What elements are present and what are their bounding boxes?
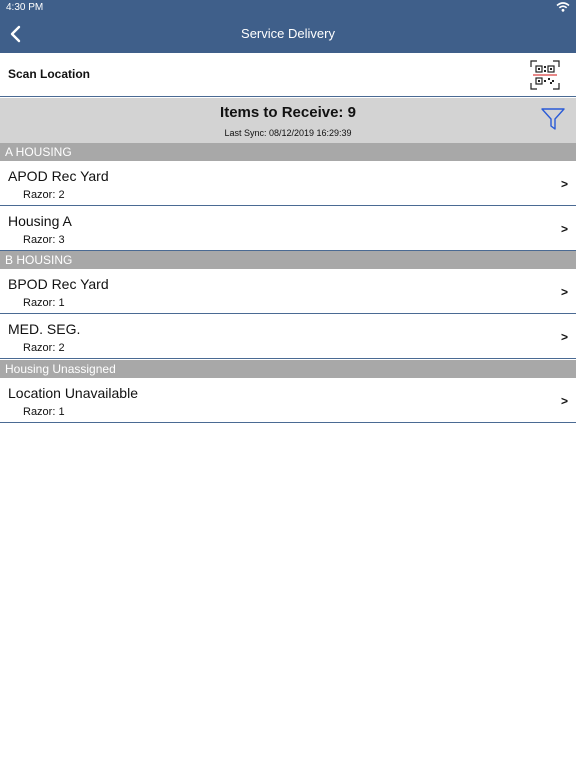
scan-location-row[interactable]: Scan Location (0, 53, 576, 97)
location-name: APOD Rec Yard (8, 168, 109, 184)
razor-count: Razor: 1 (23, 297, 65, 309)
location-name: MED. SEG. (8, 321, 81, 337)
summary-header: Items to Receive: 9 Last Sync: 08/12/201… (0, 98, 576, 143)
items-to-receive-title: Items to Receive: 9 (220, 104, 356, 121)
filter-icon[interactable] (540, 106, 566, 132)
location-name: BPOD Rec Yard (8, 276, 109, 292)
location-name: Location Unavailable (8, 385, 138, 401)
chevron-right-icon: > (560, 394, 568, 408)
scan-location-label: Scan Location (8, 67, 91, 81)
razor-count: Razor: 3 (23, 234, 65, 246)
list-item[interactable]: BPOD Rec Yard Razor: 1 > (0, 269, 576, 314)
razor-count: Razor: 1 (23, 406, 65, 418)
list-item[interactable]: MED. SEG. Razor: 2 > (0, 314, 576, 359)
list-item[interactable]: Housing A Razor: 3 > (0, 206, 576, 251)
list-item[interactable]: Location Unavailable Razor: 1 > (0, 378, 576, 423)
last-sync-text: Last Sync: 08/12/2019 16:29:39 (224, 128, 352, 138)
chevron-right-icon: > (560, 285, 568, 299)
razor-count: Razor: 2 (23, 342, 65, 354)
list-item[interactable]: APOD Rec Yard Razor: 2 > (0, 161, 576, 206)
razor-count: Razor: 2 (23, 189, 65, 201)
section-header-b-housing: B HOUSING (0, 251, 576, 269)
nav-bar: 4:30 PM Service Delivery (0, 0, 576, 53)
qr-scan-icon[interactable] (530, 60, 560, 90)
section-header-housing-unassigned: Housing Unassigned (0, 360, 576, 378)
location-name: Housing A (8, 213, 72, 229)
wifi-icon (556, 2, 570, 12)
section-header-a-housing: A HOUSING (0, 143, 576, 161)
chevron-right-icon: > (560, 330, 568, 344)
status-time: 4:30 PM (6, 2, 44, 13)
chevron-right-icon: > (560, 222, 568, 236)
chevron-right-icon: > (560, 177, 568, 191)
page-title: Service Delivery (241, 26, 335, 41)
